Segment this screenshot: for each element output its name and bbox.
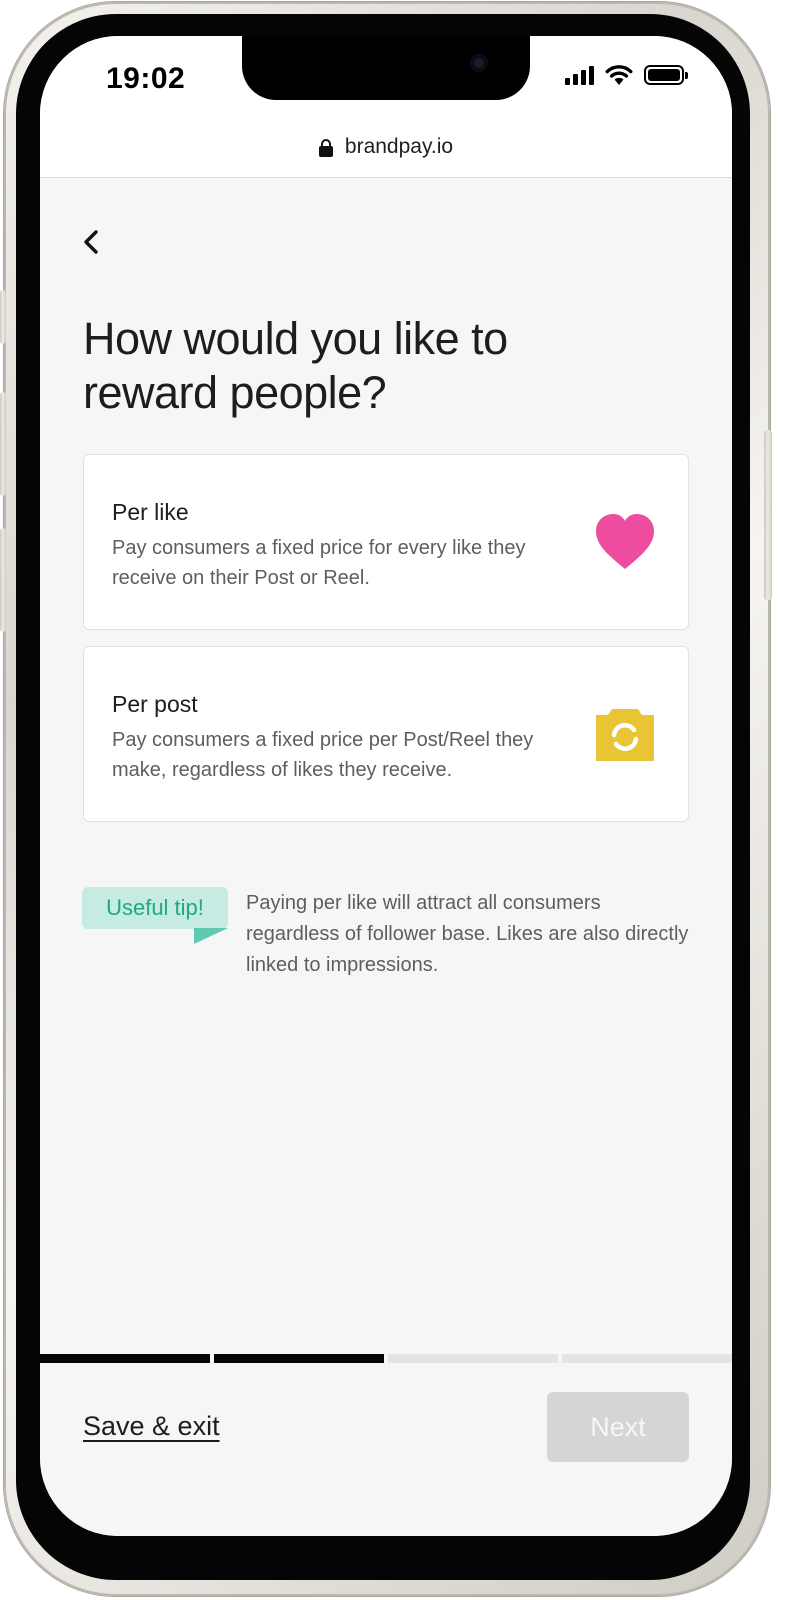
option-description: Pay consumers a fixed price per Post/Ree… [112,729,534,781]
wifi-icon [605,65,633,85]
notch [242,36,530,100]
progress-bar [40,1354,732,1363]
battery-icon [644,65,688,85]
next-button[interactable]: Next [547,1392,689,1462]
mute-switch [0,290,6,344]
option-description: Pay consumers a fixed price for every li… [112,537,526,589]
volume-up-button [0,392,6,496]
camera-icon [596,709,654,761]
url-bar[interactable]: brandpay.io [40,116,732,178]
power-button [764,430,772,600]
option-per-like[interactable]: Per like Pay consumers a fixed price for… [83,454,689,630]
progress-step [562,1354,732,1363]
option-title: Per like [112,499,189,525]
front-camera [470,54,488,72]
status-bar: 19:02 [40,36,732,116]
progress-step [214,1354,384,1363]
url-text: brandpay.io [344,134,454,158]
screen: 19:02 brandpay.io How would you like to … [40,36,732,1536]
progress-step [40,1354,210,1363]
lock-icon [318,138,333,157]
back-button[interactable] [76,224,108,260]
chevron-left-icon [84,230,98,254]
signal-icon [565,65,594,85]
footer: Save & exit Next [40,1363,732,1536]
tip-badge: Useful tip! [82,887,228,929]
heart-icon [596,514,654,569]
option-title: Per post [112,691,198,717]
tip-text: Paying per like will attract all consume… [246,892,689,976]
page-title: How would you like to reward people? [83,313,508,418]
tip-badge-tail [194,928,228,944]
status-time: 19:02 [106,62,186,95]
status-icons [565,64,688,86]
option-per-post[interactable]: Per post Pay consumers a fixed price per… [83,646,689,822]
save-exit-link[interactable]: Save & exit [83,1411,220,1442]
volume-down-button [0,528,6,632]
progress-step [388,1354,558,1363]
